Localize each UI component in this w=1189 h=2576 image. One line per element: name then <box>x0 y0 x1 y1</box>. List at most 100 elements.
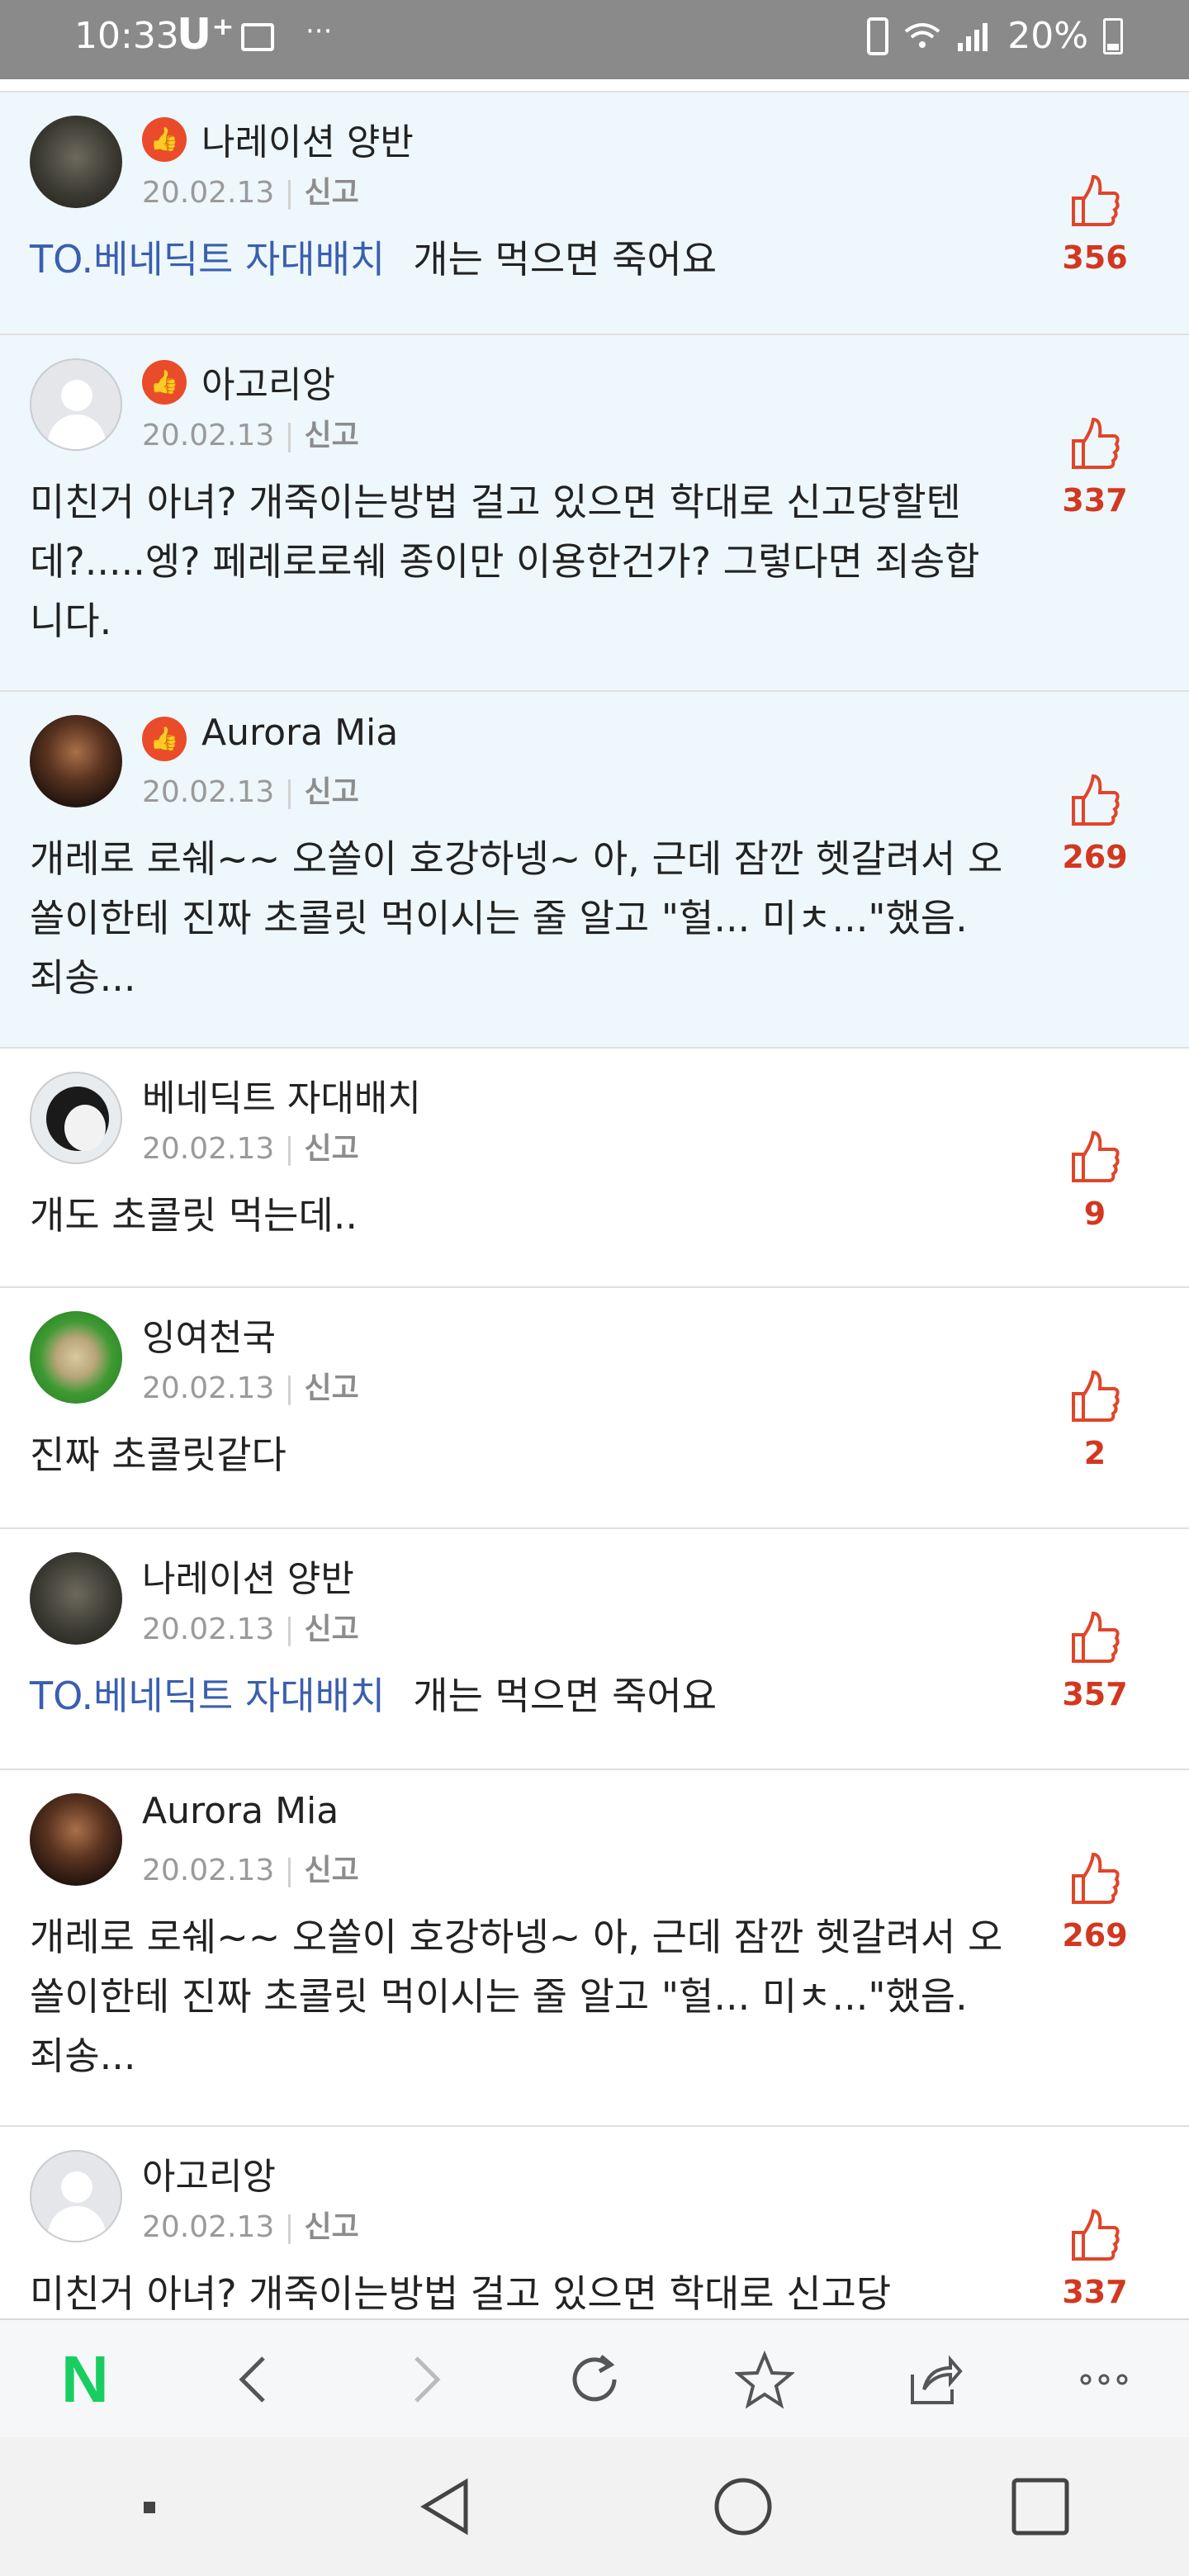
meta-divider: | <box>284 419 295 452</box>
wifi-icon <box>904 22 940 48</box>
comment-meta: 20.02.13 | 신고 <box>142 1125 359 1167</box>
avatar[interactable] <box>30 1311 122 1404</box>
like-count: 2 <box>1083 1435 1106 1471</box>
comment-text: 미친거 아녀? 개죽이는방법 걸고 있으면 학대로 신고당 <box>30 2264 1004 2323</box>
battery-icon <box>1103 17 1123 54</box>
thumbs-up-icon <box>1072 1370 1120 1422</box>
like-button[interactable]: 9 <box>1054 1128 1136 1232</box>
report-link[interactable]: 신고 <box>304 1371 358 1405</box>
status-bar: 10:33 U⁺ ··· 20% <box>0 0 1189 79</box>
system-navigation-bar <box>0 2437 1189 2576</box>
nav-home-button[interactable] <box>694 2457 793 2556</box>
comment-date: 20.02.13 <box>142 419 275 452</box>
report-link[interactable]: 신고 <box>304 1854 358 1887</box>
report-link[interactable]: 신고 <box>304 1612 358 1646</box>
avatar[interactable] <box>30 2150 122 2242</box>
nav-back-button[interactable] <box>396 2457 495 2556</box>
comment-item: 아고리앙 20.02.13 | 신고 미친거 아녀? 개죽이는방법 걸고 있으면 학대로… <box>0 2127 1189 2342</box>
commenter-name[interactable]: 나레이션 양반 <box>201 112 414 165</box>
more-button[interactable] <box>1063 2338 1145 2421</box>
report-link[interactable]: 신고 <box>304 2210 358 2244</box>
like-count: 337 <box>1062 2274 1128 2310</box>
report-link[interactable]: 신고 <box>304 419 358 452</box>
like-count: 269 <box>1062 839 1128 875</box>
thumbs-up-icon <box>1072 1130 1120 1182</box>
like-button[interactable]: 269 <box>1054 1849 1136 1953</box>
avatar[interactable] <box>30 715 122 807</box>
comment-text: TO.베네딕트 자대배치 개는 먹으면 죽어요 <box>30 1666 1004 1726</box>
comment-meta: 20.02.13 | 신고 <box>142 1846 359 1889</box>
comment-body: 개도 초콜릿 먹는데.. <box>30 1193 358 1238</box>
comment-body: 개레로 로쉐~~ 오쏠이 호강하넹~ 아, 근데 잠깐 헷갈려서 오쏠이한테 진… <box>30 836 1003 1000</box>
commenter-name[interactable]: 나레이션 양반 <box>142 1549 354 1602</box>
like-button[interactable]: 337 <box>1054 2206 1136 2310</box>
share-button[interactable] <box>893 2338 975 2421</box>
comment-text: 개레로 로쉐~~ 오쏠이 호강하넹~ 아, 근데 잠깐 헷갈려서 오쏠이한테 진… <box>30 829 1004 1007</box>
reply-to-link[interactable]: TO.베네딕트 자대배치 <box>30 1674 385 1718</box>
comment-date: 20.02.13 <box>142 1612 275 1646</box>
comment-text: 미친거 아녀? 개죽이는방법 걸고 있으면 학대로 신고당할텐데?.....엥?… <box>30 472 1004 651</box>
thumbs-up-icon <box>1072 2209 1120 2261</box>
nav-overview-button[interactable] <box>991 2457 1090 2556</box>
like-button[interactable]: 356 <box>1054 172 1136 276</box>
vibrate-icon <box>867 17 889 55</box>
chevron-left-icon <box>239 2356 265 2403</box>
comment-date: 20.02.13 <box>142 2210 275 2244</box>
comment-date: 20.02.13 <box>142 1132 275 1166</box>
page-top-divider <box>0 79 1189 92</box>
back-button[interactable] <box>214 2338 296 2421</box>
comment-item: 👍 Aurora Mia 20.02.13 | 신고 개레로 로쉐~~ 오쏠이 호강하넹~… <box>0 692 1189 1049</box>
commenter-name[interactable]: Aurora Mia <box>201 712 398 754</box>
gallery-notification-icon <box>241 23 274 51</box>
commenter-name[interactable]: 아고리앙 <box>142 2147 276 2200</box>
meta-divider: | <box>284 775 295 809</box>
avatar[interactable] <box>30 1793 122 1886</box>
commenter-name[interactable]: 잉여천국 <box>142 1308 276 1361</box>
chevron-right-icon <box>414 2356 441 2403</box>
best-badge-icon: 👍 <box>142 117 187 162</box>
comment-item: 나레이션 양반 20.02.13 | 신고 TO.베네딕트 자대배치 개는 먹으면 죽어요… <box>0 1529 1189 1770</box>
report-link[interactable]: 신고 <box>304 775 358 809</box>
battery-percent: 20% <box>1007 15 1088 57</box>
avatar[interactable] <box>30 1072 122 1164</box>
comment-body: 미친거 아녀? 개죽이는방법 걸고 있으면 학대로 신고당할텐데?.....엥?… <box>30 480 980 643</box>
thumbs-up-icon <box>1072 1852 1120 1904</box>
meta-divider: | <box>284 1854 295 1887</box>
commenter-name[interactable]: Aurora Mia <box>142 1790 339 1832</box>
comment-item: 베네딕트 자대배치 20.02.13 | 신고개도 초콜릿 먹는데.. 9 <box>0 1049 1189 1288</box>
comment-date: 20.02.13 <box>142 176 275 210</box>
nav-dot-button[interactable] <box>99 2457 198 2556</box>
commenter-name[interactable]: 아고리앙 <box>201 355 335 408</box>
like-button[interactable]: 2 <box>1054 1367 1136 1471</box>
more-dots-icon <box>1080 2374 1128 2385</box>
bookmark-button[interactable] <box>723 2338 806 2421</box>
carrier-label: U⁺ <box>177 10 234 59</box>
comment-text: TO.베네딕트 자대배치 개는 먹으면 죽어요 <box>30 230 1004 289</box>
like-button[interactable]: 269 <box>1054 771 1136 875</box>
best-badge-icon: 👍 <box>142 717 187 761</box>
comment-text: 진짜 초콜릿같다 <box>30 1425 1004 1485</box>
reply-to-link[interactable]: TO.베네딕트 자대배치 <box>30 237 385 282</box>
forward-button[interactable] <box>383 2338 466 2421</box>
avatar[interactable] <box>30 116 122 208</box>
thumbs-up-icon <box>1072 417 1120 469</box>
like-button[interactable]: 357 <box>1054 1608 1136 1712</box>
like-button[interactable]: 337 <box>1054 414 1136 519</box>
avatar[interactable] <box>30 1552 122 1645</box>
refresh-button[interactable] <box>553 2338 636 2421</box>
commenter-name[interactable]: 베네딕트 자대배치 <box>142 1068 421 1121</box>
report-link[interactable]: 신고 <box>304 1132 358 1166</box>
square-overview-icon <box>1011 2478 1069 2536</box>
like-count: 269 <box>1062 1917 1128 1953</box>
comment-meta: 20.02.13 | 신고 <box>142 168 359 211</box>
circle-home-icon <box>714 2478 772 2536</box>
star-icon <box>734 2350 794 2409</box>
thumbs-up-icon <box>1072 1611 1120 1663</box>
report-link[interactable]: 신고 <box>304 176 358 210</box>
refresh-icon <box>572 2355 617 2402</box>
comment-body: 미친거 아녀? 개죽이는방법 걸고 있으면 학대로 신고당 <box>30 2271 892 2316</box>
naver-home-button[interactable]: N <box>44 2338 126 2421</box>
meta-divider: | <box>284 1132 295 1166</box>
share-icon <box>911 2355 963 2404</box>
avatar[interactable] <box>30 358 122 451</box>
